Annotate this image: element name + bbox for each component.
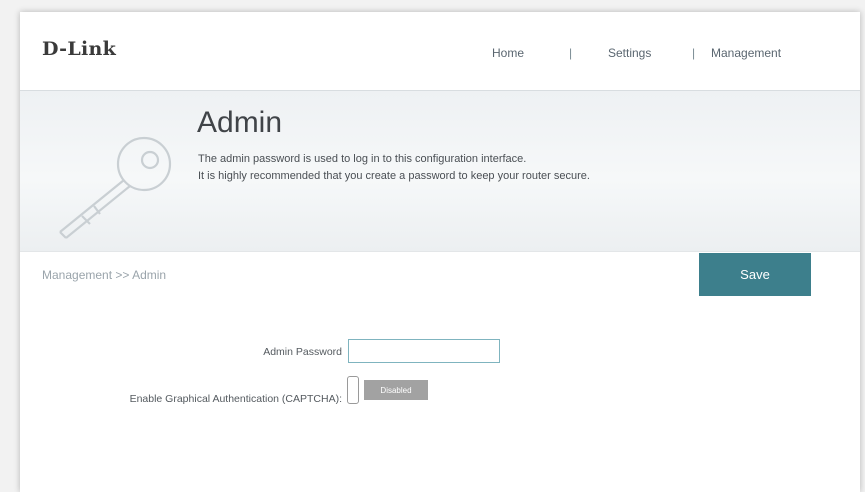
nav-settings-link[interactable]: Settings [608,46,651,60]
dlink-logo: D-Link [42,38,117,60]
captcha-label: Enable Graphical Authentication (CAPTCHA… [129,393,342,405]
admin-password-label: Admin Password [263,346,342,358]
top-bar: D-Link Home | Settings | Management [20,12,860,91]
save-button[interactable]: Save [699,253,811,296]
nav-separator: | [692,46,696,60]
nav-home-link[interactable]: Home [492,46,524,60]
banner-description-2: It is highly recommended that you create… [198,170,590,182]
nav-management-link[interactable]: Management [711,46,781,60]
breadcrumb: Management >> Admin [42,268,167,282]
key-icon [59,136,172,239]
banner-description-1: The admin password is used to log in to … [198,153,527,165]
captcha-toggle[interactable]: Disabled [347,376,429,406]
page-title: Admin [197,106,283,139]
router-admin-window: D-Link Home | Settings | Management Admi… [20,12,860,492]
toggle-knob[interactable] [347,376,359,404]
captcha-toggle-state: Disabled [364,380,428,400]
nav-separator: | [569,46,573,60]
admin-password-input[interactable] [348,339,500,363]
